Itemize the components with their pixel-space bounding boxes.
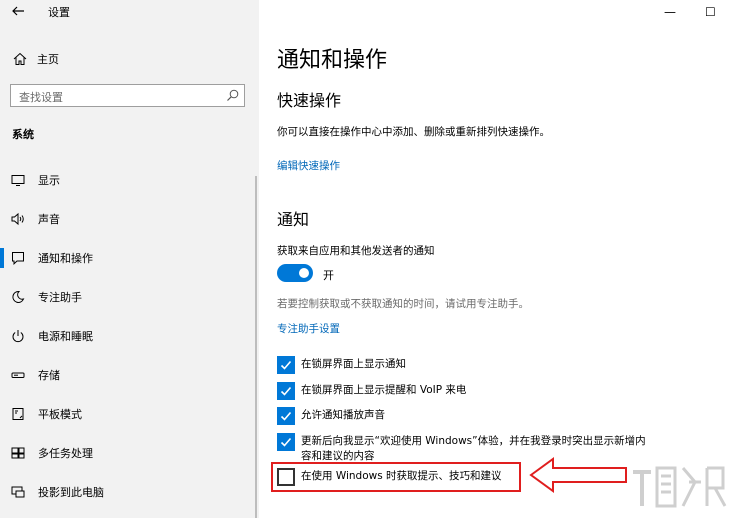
checkbox-label: 允许通知播放声音: [301, 409, 385, 421]
moon-icon: [12, 290, 25, 303]
toggle-knob: [299, 268, 309, 278]
checkmark-icon: [280, 437, 292, 447]
main-content: — ☐ 通知和操作 快速操作 你可以直接在操作中心中添加、删除或重新排列快速操作…: [259, 0, 734, 518]
sidebar-item-label: 专注助手: [38, 291, 82, 304]
checkmark-icon: [280, 360, 292, 370]
sidebar-item-label: 存储: [38, 369, 60, 382]
watermark-logo: [633, 466, 727, 508]
sidebar-item-label: 投影到此电脑: [38, 486, 104, 499]
notifications-toggle[interactable]: [277, 264, 313, 282]
sound-icon: [11, 212, 24, 226]
edit-quick-actions-link[interactable]: 编辑快速操作: [277, 158, 340, 173]
checkbox-label: 在锁屏界面上显示提醒和 VoIP 来电: [301, 384, 467, 396]
focus-assist-settings-link[interactable]: 专注助手设置: [277, 321, 340, 336]
checkmark-icon: [280, 411, 292, 421]
search-icon[interactable]: [226, 89, 239, 102]
search-input[interactable]: 查找设置: [10, 84, 245, 107]
notifications-setting-label: 获取来自应用和其他发送者的通知: [277, 245, 435, 257]
sidebar-item-tablet[interactable]: 平板模式: [0, 395, 259, 433]
sidebar-scrollbar[interactable]: [255, 176, 257, 518]
sidebar-item-sound[interactable]: 声音: [0, 200, 259, 238]
quick-actions-heading: 快速操作: [277, 91, 342, 110]
toggle-state-label: 开: [323, 269, 334, 282]
sidebar-item-label: 显示: [38, 174, 60, 187]
maximize-button[interactable]: ☐: [705, 5, 716, 19]
section-label: 系统: [12, 128, 34, 141]
sidebar-item-multitasking[interactable]: 多任务处理: [0, 434, 259, 472]
checkbox[interactable]: [277, 433, 295, 451]
sidebar-item-power[interactable]: 电源和睡眠: [0, 317, 259, 355]
multitask-icon: [11, 447, 25, 459]
checkbox[interactable]: [277, 407, 295, 425]
checkbox[interactable]: [277, 382, 295, 400]
home-label: 主页: [37, 53, 59, 66]
sidebar: 设置 主页 查找设置 系统 显示 声音 通知和操作 专注助手 电源和睡眠 存储 …: [0, 0, 259, 518]
focus-assist-hint: 若要控制获取或不获取通知的时间，请试用专注助手。: [277, 298, 529, 310]
sidebar-item-display[interactable]: 显示: [0, 161, 259, 199]
checkbox-lock-screen-notifications[interactable]: 在锁屏界面上显示通知: [277, 356, 651, 374]
annotation-highlight-box: [271, 462, 521, 492]
checkbox-lock-screen-reminders[interactable]: 在锁屏界面上显示提醒和 VoIP 来电: [277, 382, 651, 400]
sidebar-item-label: 通知和操作: [38, 252, 93, 265]
search-placeholder: 查找设置: [19, 91, 63, 104]
display-icon: [11, 175, 25, 186]
notifications-heading: 通知: [277, 210, 310, 229]
page-title: 通知和操作: [277, 48, 388, 73]
title-bar: 设置: [0, 0, 259, 24]
sidebar-item-label: 平板模式: [38, 408, 82, 421]
sidebar-item-project[interactable]: 投影到此电脑: [0, 473, 259, 511]
annotation-arrow-icon: [529, 457, 627, 493]
sidebar-item-label: 声音: [38, 213, 60, 226]
back-arrow-icon[interactable]: [10, 3, 26, 19]
notification-icon: [12, 252, 24, 265]
checkbox-label: 在锁屏界面上显示通知: [301, 358, 406, 370]
quick-actions-description: 你可以直接在操作中心中添加、删除或重新排列快速操作。: [277, 126, 550, 138]
power-icon: [12, 330, 24, 343]
sidebar-item-storage[interactable]: 存储: [0, 356, 259, 394]
minimize-button[interactable]: —: [664, 5, 676, 19]
sidebar-item-notifications[interactable]: 通知和操作: [0, 239, 259, 277]
storage-icon: [11, 372, 25, 378]
home-icon: [13, 52, 27, 65]
sidebar-item-label: 多任务处理: [38, 447, 93, 460]
project-icon: [11, 486, 25, 498]
sidebar-item-focus-assist[interactable]: 专注助手: [0, 278, 259, 316]
app-title: 设置: [48, 6, 70, 19]
sidebar-item-label: 电源和睡眠: [38, 330, 93, 343]
tablet-icon: [12, 408, 24, 420]
checkbox[interactable]: [277, 356, 295, 374]
checkmark-icon: [280, 386, 292, 396]
sidebar-home[interactable]: 主页: [13, 50, 59, 68]
checkbox-notification-sounds[interactable]: 允许通知播放声音: [277, 407, 651, 425]
